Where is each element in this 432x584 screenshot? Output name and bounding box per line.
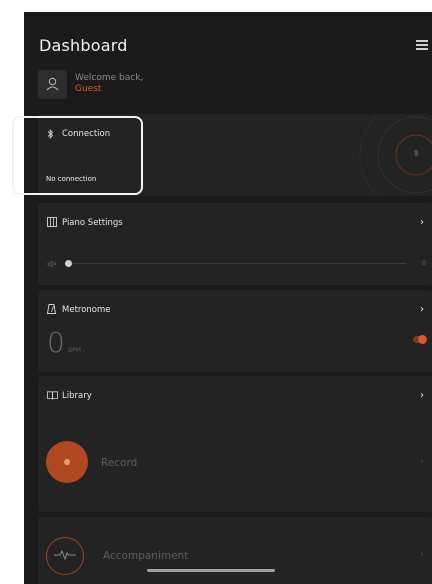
volume-value: 0: [422, 260, 426, 267]
accompaniment-label: Accompaniment: [103, 550, 189, 562]
app-screen: Dashboard Welcome back, Guest Connection…: [24, 12, 432, 584]
chevron-right-icon[interactable]: ›: [420, 390, 424, 401]
piano-icon: [47, 217, 57, 227]
metronome-card[interactable]: Metronome › 0 BPM ,: [38, 290, 432, 372]
bpm-unit: BPM ,: [68, 347, 85, 354]
accompaniment-card[interactable]: Accompaniment ›: [38, 517, 432, 584]
toggle-knob: [418, 335, 427, 344]
avatar[interactable]: [38, 70, 67, 99]
chevron-right-icon[interactable]: ›: [420, 456, 424, 467]
user-icon: [46, 77, 59, 91]
library-card[interactable]: Library › Record ›: [38, 376, 432, 512]
volume-slider-track[interactable]: [68, 263, 406, 264]
connection-highlight-outline: [12, 116, 143, 195]
waveform-icon: [54, 549, 76, 561]
book-icon: [47, 391, 58, 400]
metronome-icon: [47, 304, 56, 314]
connection-radar-graphic: [359, 114, 432, 196]
record-button[interactable]: [46, 441, 88, 483]
library-title: Library: [62, 391, 92, 401]
page-title: Dashboard: [39, 36, 128, 55]
user-name[interactable]: Guest: [75, 84, 195, 95]
home-indicator: [147, 569, 275, 572]
menu-icon[interactable]: [416, 40, 428, 50]
record-dot-icon: [64, 459, 70, 465]
metronome-title: Metronome: [62, 305, 111, 315]
welcome-text: Welcome back, Guest: [75, 73, 195, 95]
accompaniment-button[interactable]: [46, 537, 84, 575]
record-label: Record: [101, 457, 138, 469]
piano-settings-card[interactable]: Piano Settings › 0: [38, 203, 432, 285]
speaker-icon: [47, 260, 57, 268]
bpm-value: 0: [47, 326, 65, 359]
welcome-label: Welcome back,: [75, 73, 144, 83]
metronome-toggle[interactable]: [413, 335, 427, 344]
chevron-right-icon[interactable]: ›: [420, 304, 424, 315]
chevron-right-icon[interactable]: ›: [420, 217, 424, 228]
volume-slider-handle[interactable]: [65, 260, 72, 267]
chevron-right-icon[interactable]: ›: [420, 549, 424, 560]
piano-settings-title: Piano Settings: [62, 218, 123, 228]
